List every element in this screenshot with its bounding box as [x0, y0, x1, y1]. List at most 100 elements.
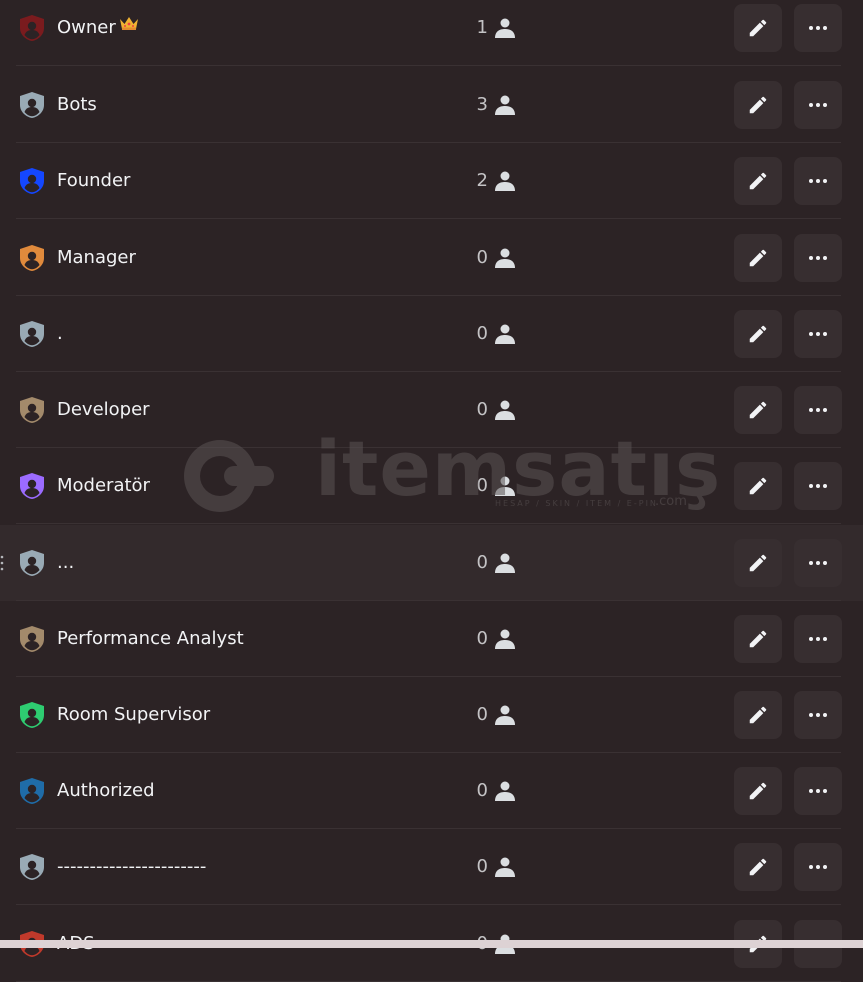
role-row[interactable]: Manager 0 — [0, 220, 863, 296]
edit-role-button[interactable] — [734, 4, 782, 52]
role-name-text: Owner — [57, 17, 116, 38]
more-options-button[interactable] — [794, 157, 842, 205]
role-name: . — [57, 296, 63, 372]
more-options-button[interactable] — [794, 615, 842, 663]
more-horizontal-icon — [806, 169, 830, 193]
more-options-button[interactable] — [794, 234, 842, 282]
member-count: 0 — [476, 247, 488, 268]
pencil-icon — [747, 780, 769, 802]
edit-role-button[interactable] — [734, 310, 782, 358]
shield-user-icon — [18, 244, 46, 272]
role-row[interactable]: Developer 0 — [0, 372, 863, 448]
edit-role-button[interactable] — [734, 691, 782, 739]
bottom-edge — [0, 940, 863, 948]
shield-user-icon — [18, 701, 46, 729]
more-options-button[interactable] — [794, 81, 842, 129]
role-name-text: Moderatör — [57, 475, 150, 496]
member-count: 0 — [476, 399, 488, 420]
shield-user-icon — [18, 853, 46, 881]
edit-role-button[interactable] — [734, 615, 782, 663]
edit-role-button[interactable] — [734, 386, 782, 434]
member-count: 2 — [476, 170, 488, 191]
role-name-text: Manager — [57, 247, 136, 268]
role-name: Moderatör — [57, 448, 150, 524]
more-horizontal-icon — [806, 246, 830, 270]
pencil-icon — [747, 552, 769, 574]
drag-handle-icon[interactable] — [0, 553, 6, 573]
role-row[interactable]: Performance Analyst 0 — [0, 601, 863, 677]
more-horizontal-icon — [806, 855, 830, 879]
role-name-text: Performance Analyst — [57, 628, 244, 649]
edit-role-button[interactable] — [734, 81, 782, 129]
role-name-text: Developer — [57, 399, 150, 420]
person-icon — [493, 779, 517, 803]
pencil-icon — [747, 323, 769, 345]
edit-role-button[interactable] — [734, 843, 782, 891]
role-row[interactable]: .0 — [0, 296, 863, 372]
more-horizontal-icon — [806, 627, 830, 651]
shield-user-icon — [18, 320, 46, 348]
role-name-text: ----------------------- — [57, 856, 207, 877]
person-icon — [493, 474, 517, 498]
row-divider — [16, 523, 841, 524]
role-row[interactable]: Bots 3 — [0, 67, 863, 143]
member-count: 0 — [476, 704, 488, 725]
more-horizontal-icon — [806, 398, 830, 422]
more-options-button[interactable] — [794, 462, 842, 510]
shield-user-icon — [18, 396, 46, 424]
more-options-button[interactable] — [794, 691, 842, 739]
role-name-text: . — [57, 323, 63, 344]
role-name-text: ... — [57, 552, 75, 573]
role-row[interactable]: Founder 2 — [0, 143, 863, 219]
more-horizontal-icon — [806, 322, 830, 346]
more-options-button[interactable] — [794, 4, 842, 52]
row-divider — [16, 218, 841, 219]
row-divider — [16, 65, 841, 66]
edit-role-button[interactable] — [734, 767, 782, 815]
role-row[interactable]: Room Supervisor 0 — [0, 677, 863, 753]
more-horizontal-icon — [806, 16, 830, 40]
shield-user-icon — [18, 14, 46, 42]
person-icon — [493, 551, 517, 575]
pencil-icon — [747, 17, 769, 39]
role-row[interactable]: ... 0 — [0, 525, 863, 601]
edit-role-button[interactable] — [734, 539, 782, 587]
crown-icon — [119, 0, 139, 64]
role-row[interactable]: Moderatör 0 — [0, 448, 863, 524]
pencil-icon — [747, 399, 769, 421]
pencil-icon — [747, 704, 769, 726]
more-options-button[interactable] — [794, 767, 842, 815]
pencil-icon — [747, 94, 769, 116]
more-options-button[interactable] — [794, 843, 842, 891]
pencil-icon — [747, 170, 769, 192]
person-icon — [493, 16, 517, 40]
edit-role-button[interactable] — [734, 234, 782, 282]
role-name-text: Authorized — [57, 780, 155, 801]
role-name-text: Bots — [57, 94, 97, 115]
member-count: 0 — [476, 552, 488, 573]
more-horizontal-icon — [806, 551, 830, 575]
member-count: 0 — [476, 856, 488, 877]
pencil-icon — [747, 247, 769, 269]
more-horizontal-icon — [806, 93, 830, 117]
more-options-button[interactable] — [794, 386, 842, 434]
role-row[interactable]: ----------------------- 0 — [0, 829, 863, 905]
pencil-icon — [747, 856, 769, 878]
more-options-button[interactable] — [794, 310, 842, 358]
role-name-text: Founder — [57, 170, 131, 191]
shield-user-icon — [18, 777, 46, 805]
role-name: Performance Analyst — [57, 601, 244, 677]
pencil-icon — [747, 475, 769, 497]
role-name: ----------------------- — [57, 829, 206, 905]
role-name: Developer — [57, 372, 150, 448]
edit-role-button[interactable] — [734, 157, 782, 205]
role-row[interactable]: Owner 1 — [0, 0, 863, 66]
more-horizontal-icon — [806, 474, 830, 498]
more-options-button[interactable] — [794, 539, 842, 587]
edit-role-button[interactable] — [734, 462, 782, 510]
role-name: Bots — [57, 67, 97, 143]
role-row[interactable]: Authorized 0 — [0, 753, 863, 829]
role-name: Founder — [57, 143, 130, 219]
row-divider — [16, 904, 841, 905]
person-icon — [493, 398, 517, 422]
